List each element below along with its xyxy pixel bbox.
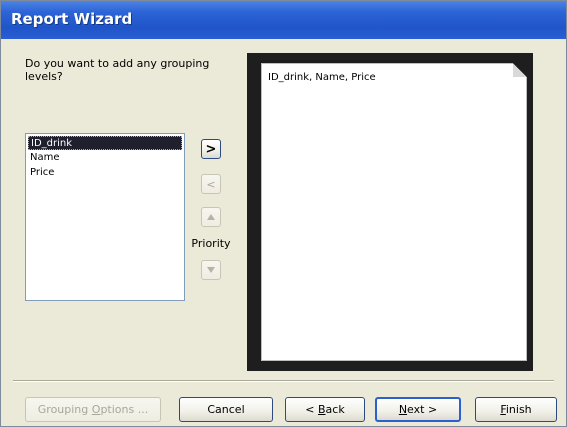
add-grouping-button[interactable]: >: [201, 139, 221, 159]
back-button[interactable]: < Back: [285, 397, 365, 422]
priority-label: Priority: [191, 237, 231, 250]
grouping-options-button[interactable]: Grouping Options ...: [25, 397, 161, 422]
finish-label: Finish: [500, 403, 532, 416]
divider: [13, 380, 554, 382]
preview-fields-text: ID_drink, Name, Price: [268, 72, 376, 83]
report-preview-page: ID_drink, Name, Price: [261, 63, 527, 361]
next-label: Next >: [398, 403, 438, 416]
grouping-options-label: Grouping Options ...: [37, 403, 149, 416]
window-title: Report Wizard: [11, 10, 133, 28]
finish-button[interactable]: Finish: [475, 397, 557, 422]
next-button[interactable]: Next >: [375, 397, 461, 422]
grouping-question: Do you want to add any grouping levels?: [25, 57, 210, 83]
report-wizard-dialog: Report Wizard Do you want to add any gro…: [0, 0, 567, 427]
down-arrow-icon: [207, 267, 215, 273]
list-item[interactable]: Name: [28, 151, 182, 165]
page-fold-corner: [513, 63, 527, 77]
remove-grouping-button[interactable]: <: [201, 174, 221, 194]
up-arrow-icon: [207, 214, 215, 220]
list-item[interactable]: Price: [28, 166, 182, 180]
available-fields-list[interactable]: ID_drink Name Price: [25, 133, 185, 301]
list-item[interactable]: ID_drink: [28, 136, 182, 150]
priority-down-button[interactable]: [201, 260, 221, 280]
back-label: < Back: [305, 403, 345, 416]
title-bar[interactable]: Report Wizard: [1, 1, 566, 39]
cancel-button[interactable]: Cancel: [179, 397, 273, 422]
priority-up-button[interactable]: [201, 207, 221, 227]
